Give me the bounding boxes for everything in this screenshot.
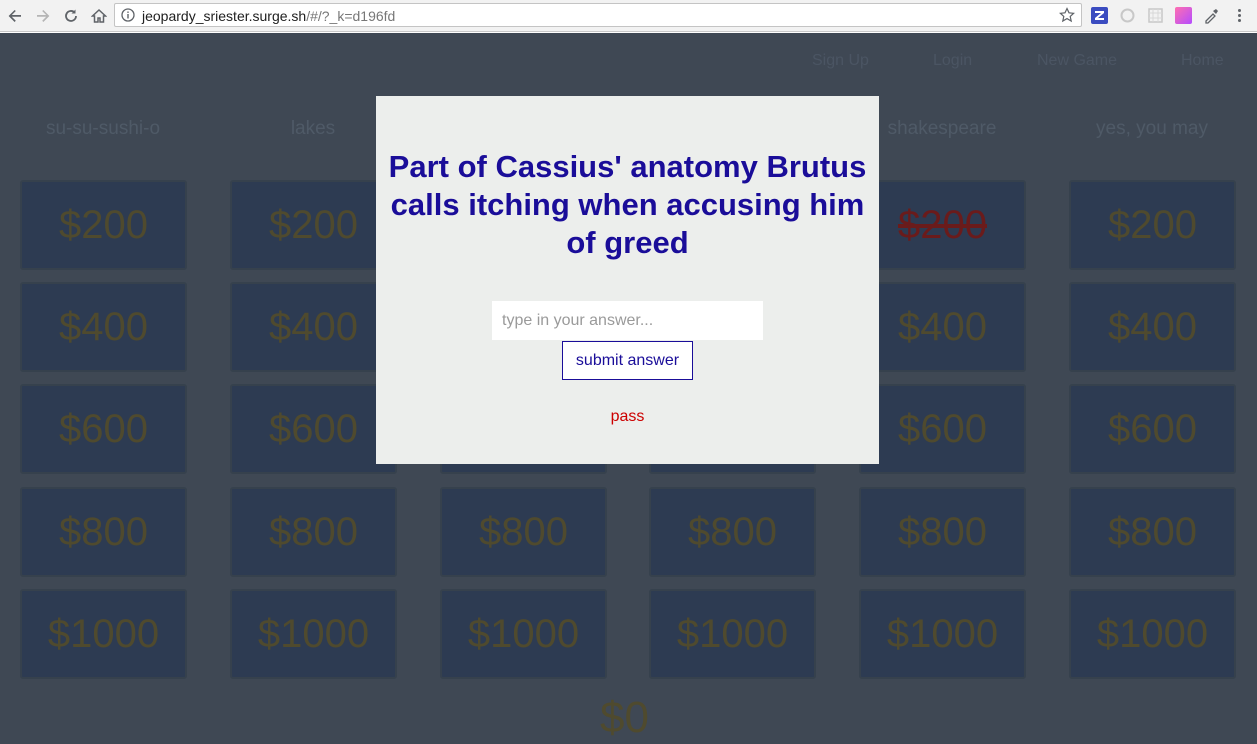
clue-tile[interactable]: $800 — [230, 487, 397, 577]
extension-grid-icon[interactable] — [1147, 7, 1164, 24]
url-host: jeopardy_sriester.surge.sh — [142, 8, 307, 24]
forward-arrow-icon[interactable] — [32, 5, 54, 27]
bookmark-star-icon[interactable] — [1059, 7, 1075, 23]
category-header: yes, you may — [1096, 118, 1208, 139]
clue-tile[interactable]: $800 — [440, 487, 607, 577]
clue-tile[interactable]: $400 — [20, 282, 187, 372]
clue-tile[interactable]: $800 — [859, 487, 1026, 577]
eyedropper-icon[interactable] — [1203, 7, 1220, 24]
question-modal: Part of Cassius' anatomy Brutus calls it… — [376, 96, 879, 464]
nav-sign-up[interactable]: Sign Up — [812, 52, 869, 70]
clue-tile[interactable]: $600 — [1069, 384, 1236, 474]
category-header: lakes — [290, 118, 336, 139]
nav-home[interactable]: Home — [1181, 52, 1224, 70]
answer-input[interactable] — [492, 301, 763, 340]
score-display: $0 — [600, 693, 649, 742]
clue-tile[interactable]: $400 — [859, 282, 1026, 372]
clue-tile[interactable]: $400 — [1069, 282, 1236, 372]
address-bar[interactable]: jeopardy_sriester.surge.sh/#/?_k=d196fd — [114, 3, 1082, 27]
clue-tile[interactable]: $600 — [230, 384, 397, 474]
clue-tile[interactable]: $200 — [1069, 180, 1236, 270]
clue-tile[interactable]: $600 — [859, 384, 1026, 474]
menu-dots-icon[interactable] — [1231, 7, 1248, 24]
url-path: /#/?_k=d196fd — [306, 8, 396, 24]
nav-new-game[interactable]: New Game — [1037, 52, 1117, 70]
home-icon[interactable] — [88, 5, 110, 27]
submit-answer-button[interactable]: submit answer — [562, 341, 693, 380]
back-arrow-icon[interactable] — [4, 5, 26, 27]
clue-tile[interactable]: $1000 — [1069, 589, 1236, 679]
nav-login[interactable]: Login — [933, 52, 972, 70]
clue-tile[interactable]: $200 — [230, 180, 397, 270]
clue-tile[interactable]: $1000 — [859, 589, 1026, 679]
clue-tile[interactable]: $1000 — [230, 589, 397, 679]
color-extension-icon[interactable] — [1175, 7, 1192, 24]
clue-tile[interactable]: $1000 — [20, 589, 187, 679]
clue-tile[interactable]: $1000 — [649, 589, 816, 679]
question-text: Part of Cassius' anatomy Brutus calls it… — [388, 149, 867, 260]
extension-swirl-icon[interactable] — [1119, 7, 1136, 24]
clue-tile[interactable]: $200 — [20, 180, 187, 270]
pass-link[interactable]: pass — [376, 408, 879, 426]
browser-toolbar: jeopardy_sriester.surge.sh/#/?_k=d196fd — [0, 0, 1257, 32]
clue-tile[interactable]: $400 — [230, 282, 397, 372]
info-icon[interactable] — [121, 8, 135, 22]
clue-tile[interactable]: $800 — [20, 487, 187, 577]
clue-tile[interactable]: $600 — [20, 384, 187, 474]
clue-tile[interactable]: $800 — [1069, 487, 1236, 577]
clue-tile[interactable]: $800 — [649, 487, 816, 577]
category-header: su-su-sushi-o — [45, 118, 161, 139]
reload-icon[interactable] — [60, 5, 82, 27]
zotero-extension-icon[interactable] — [1091, 7, 1108, 24]
url-text: jeopardy_sriester.surge.sh/#/?_k=d196fd — [142, 8, 395, 24]
clue-tile[interactable]: $1000 — [440, 589, 607, 679]
category-header: shakespeare — [887, 118, 997, 139]
clue-tile: $200 — [859, 180, 1026, 270]
